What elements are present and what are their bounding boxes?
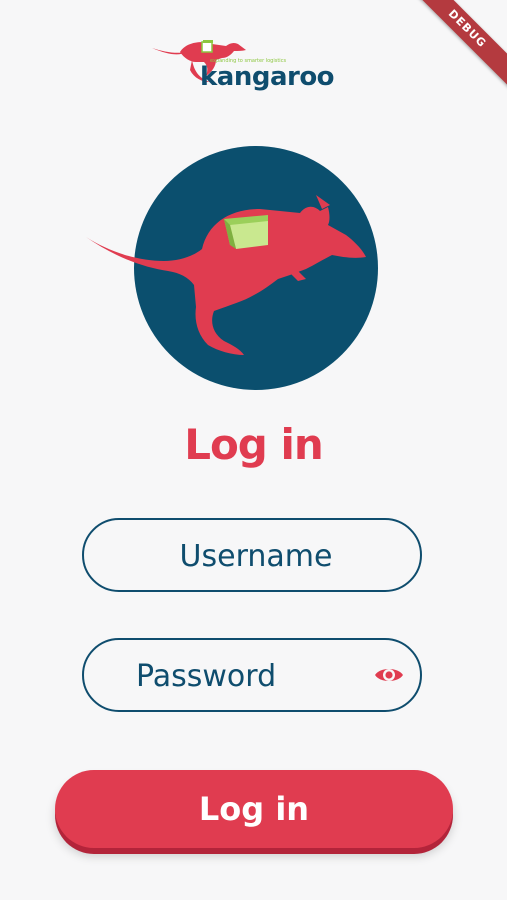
brand-logo: expanding to smarter logistics kangaroo — [150, 36, 360, 96]
password-input[interactable] — [134, 640, 358, 712]
eye-icon[interactable] — [374, 664, 404, 686]
page-title: Log in — [184, 420, 324, 469]
username-input[interactable] — [114, 520, 398, 592]
username-field — [82, 518, 422, 592]
login-screen: DEBUG expanding to smarter logistics kan… — [0, 0, 507, 900]
login-button[interactable]: Log in — [55, 770, 453, 848]
password-field — [82, 638, 422, 712]
brand-name: kangaroo — [200, 62, 335, 92]
kangaroo-emblem-icon — [86, 146, 378, 390]
hero-illustration — [84, 145, 384, 395]
